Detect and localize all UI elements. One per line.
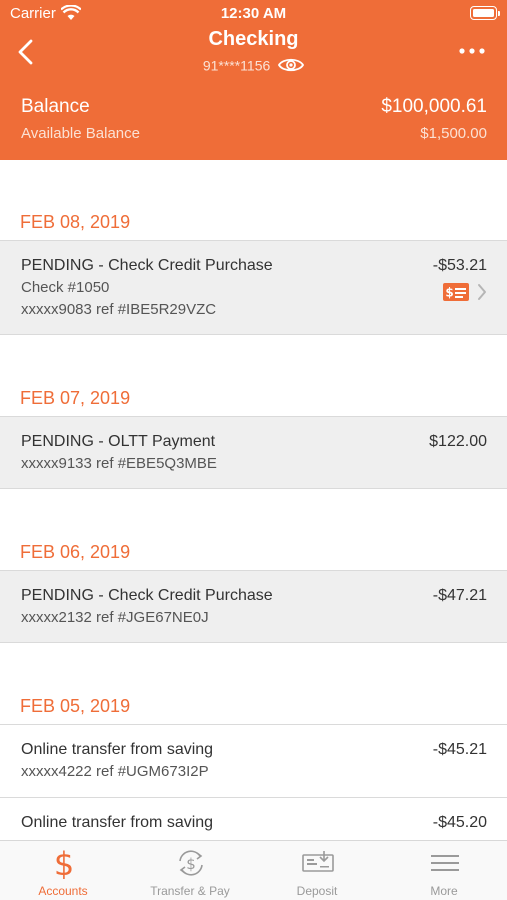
tab-deposit[interactable]: Deposit bbox=[254, 841, 380, 900]
svg-text:$: $ bbox=[186, 855, 196, 873]
transaction-reference: xxxxx2132 ref #JGE67NE0J bbox=[21, 609, 209, 626]
transaction-title: PENDING - Check Credit Purchase bbox=[21, 587, 273, 604]
transaction-row[interactable]: Online transfer from saving xxxxx4222 re… bbox=[0, 724, 507, 797]
transaction-title: PENDING - Check Credit Purchase bbox=[21, 257, 273, 274]
account-number-row: 91****1156 bbox=[0, 56, 507, 74]
tab-transfer-pay[interactable]: $ Transfer & Pay bbox=[127, 841, 253, 900]
tab-label: Deposit bbox=[296, 884, 338, 898]
transaction-title: PENDING - OLTT Payment bbox=[21, 433, 216, 450]
available-balance-value: $1,500.00 bbox=[420, 125, 487, 142]
tab-label: Transfer & Pay bbox=[150, 884, 230, 898]
menu-icon bbox=[431, 855, 459, 871]
tab-more[interactable]: More bbox=[381, 841, 507, 900]
svg-text:$: $ bbox=[54, 847, 74, 879]
date-header: FEB 05, 2019 bbox=[20, 696, 131, 716]
date-header: FEB 07, 2019 bbox=[20, 388, 131, 408]
transfer-icon: $ bbox=[179, 850, 203, 876]
transaction-amount: -$53.21 bbox=[432, 257, 487, 274]
clock: 12:30 AM bbox=[220, 5, 287, 22]
account-header: Carrier 12:30 AM Checking 91****1156 Bal… bbox=[0, 0, 507, 160]
transaction-row[interactable]: PENDING - OLTT Payment xxxxx9133 ref #EB… bbox=[0, 416, 507, 489]
transaction-row[interactable]: Online transfer from saving -$45.20 bbox=[0, 797, 507, 840]
status-bar: Carrier 12:30 AM bbox=[0, 0, 507, 28]
transaction-row[interactable]: PENDING - Check Credit Purchase xxxxx213… bbox=[0, 570, 507, 643]
transaction-list[interactable]: FEB 08, 2019 PENDING - Check Credit Purc… bbox=[0, 160, 507, 840]
transaction-title: Online transfer from saving bbox=[21, 741, 214, 758]
tab-label: More bbox=[430, 884, 458, 898]
eye-icon[interactable] bbox=[278, 56, 305, 74]
transaction-amount: -$45.21 bbox=[432, 741, 487, 758]
tab-bar: $ Accounts $ Transfer & Pay Deposit More bbox=[0, 840, 507, 900]
account-number: 91****1156 bbox=[202, 57, 271, 74]
balance-value: $100,000.61 bbox=[381, 96, 487, 117]
transaction-check-number: Check #1050 bbox=[21, 279, 110, 296]
page-title: Checking bbox=[208, 28, 299, 50]
transaction-reference: xxxxx4222 ref #UGM673I2P bbox=[21, 763, 209, 780]
transaction-title: Online transfer from saving bbox=[21, 814, 214, 831]
available-balance-label: Available Balance bbox=[21, 125, 140, 142]
transaction-amount: -$45.20 bbox=[432, 814, 487, 831]
transaction-reference: xxxxx9133 ref #EBE5Q3MBE bbox=[21, 455, 217, 472]
check-image-icon[interactable]: $ bbox=[443, 283, 469, 301]
transaction-reference: xxxxx9083 ref #IBE5R29VZC bbox=[21, 301, 217, 318]
transaction-amount: $122.00 bbox=[429, 433, 487, 450]
tab-label: Accounts bbox=[38, 884, 88, 898]
dollar-icon: $ bbox=[54, 847, 74, 879]
more-options-icon[interactable] bbox=[459, 48, 485, 54]
svg-text:$: $ bbox=[445, 286, 453, 300]
transaction-amount: -$47.21 bbox=[432, 587, 487, 604]
tab-accounts[interactable]: $ Accounts bbox=[0, 841, 126, 900]
deposit-check-icon bbox=[302, 851, 334, 872]
date-header: FEB 06, 2019 bbox=[20, 542, 131, 562]
chevron-right-icon bbox=[478, 284, 486, 300]
date-header: FEB 08, 2019 bbox=[20, 212, 131, 232]
transaction-row[interactable]: PENDING - Check Credit Purchase Check #1… bbox=[0, 240, 507, 335]
battery-icon bbox=[470, 6, 500, 20]
balance-label: Balance bbox=[21, 96, 90, 117]
